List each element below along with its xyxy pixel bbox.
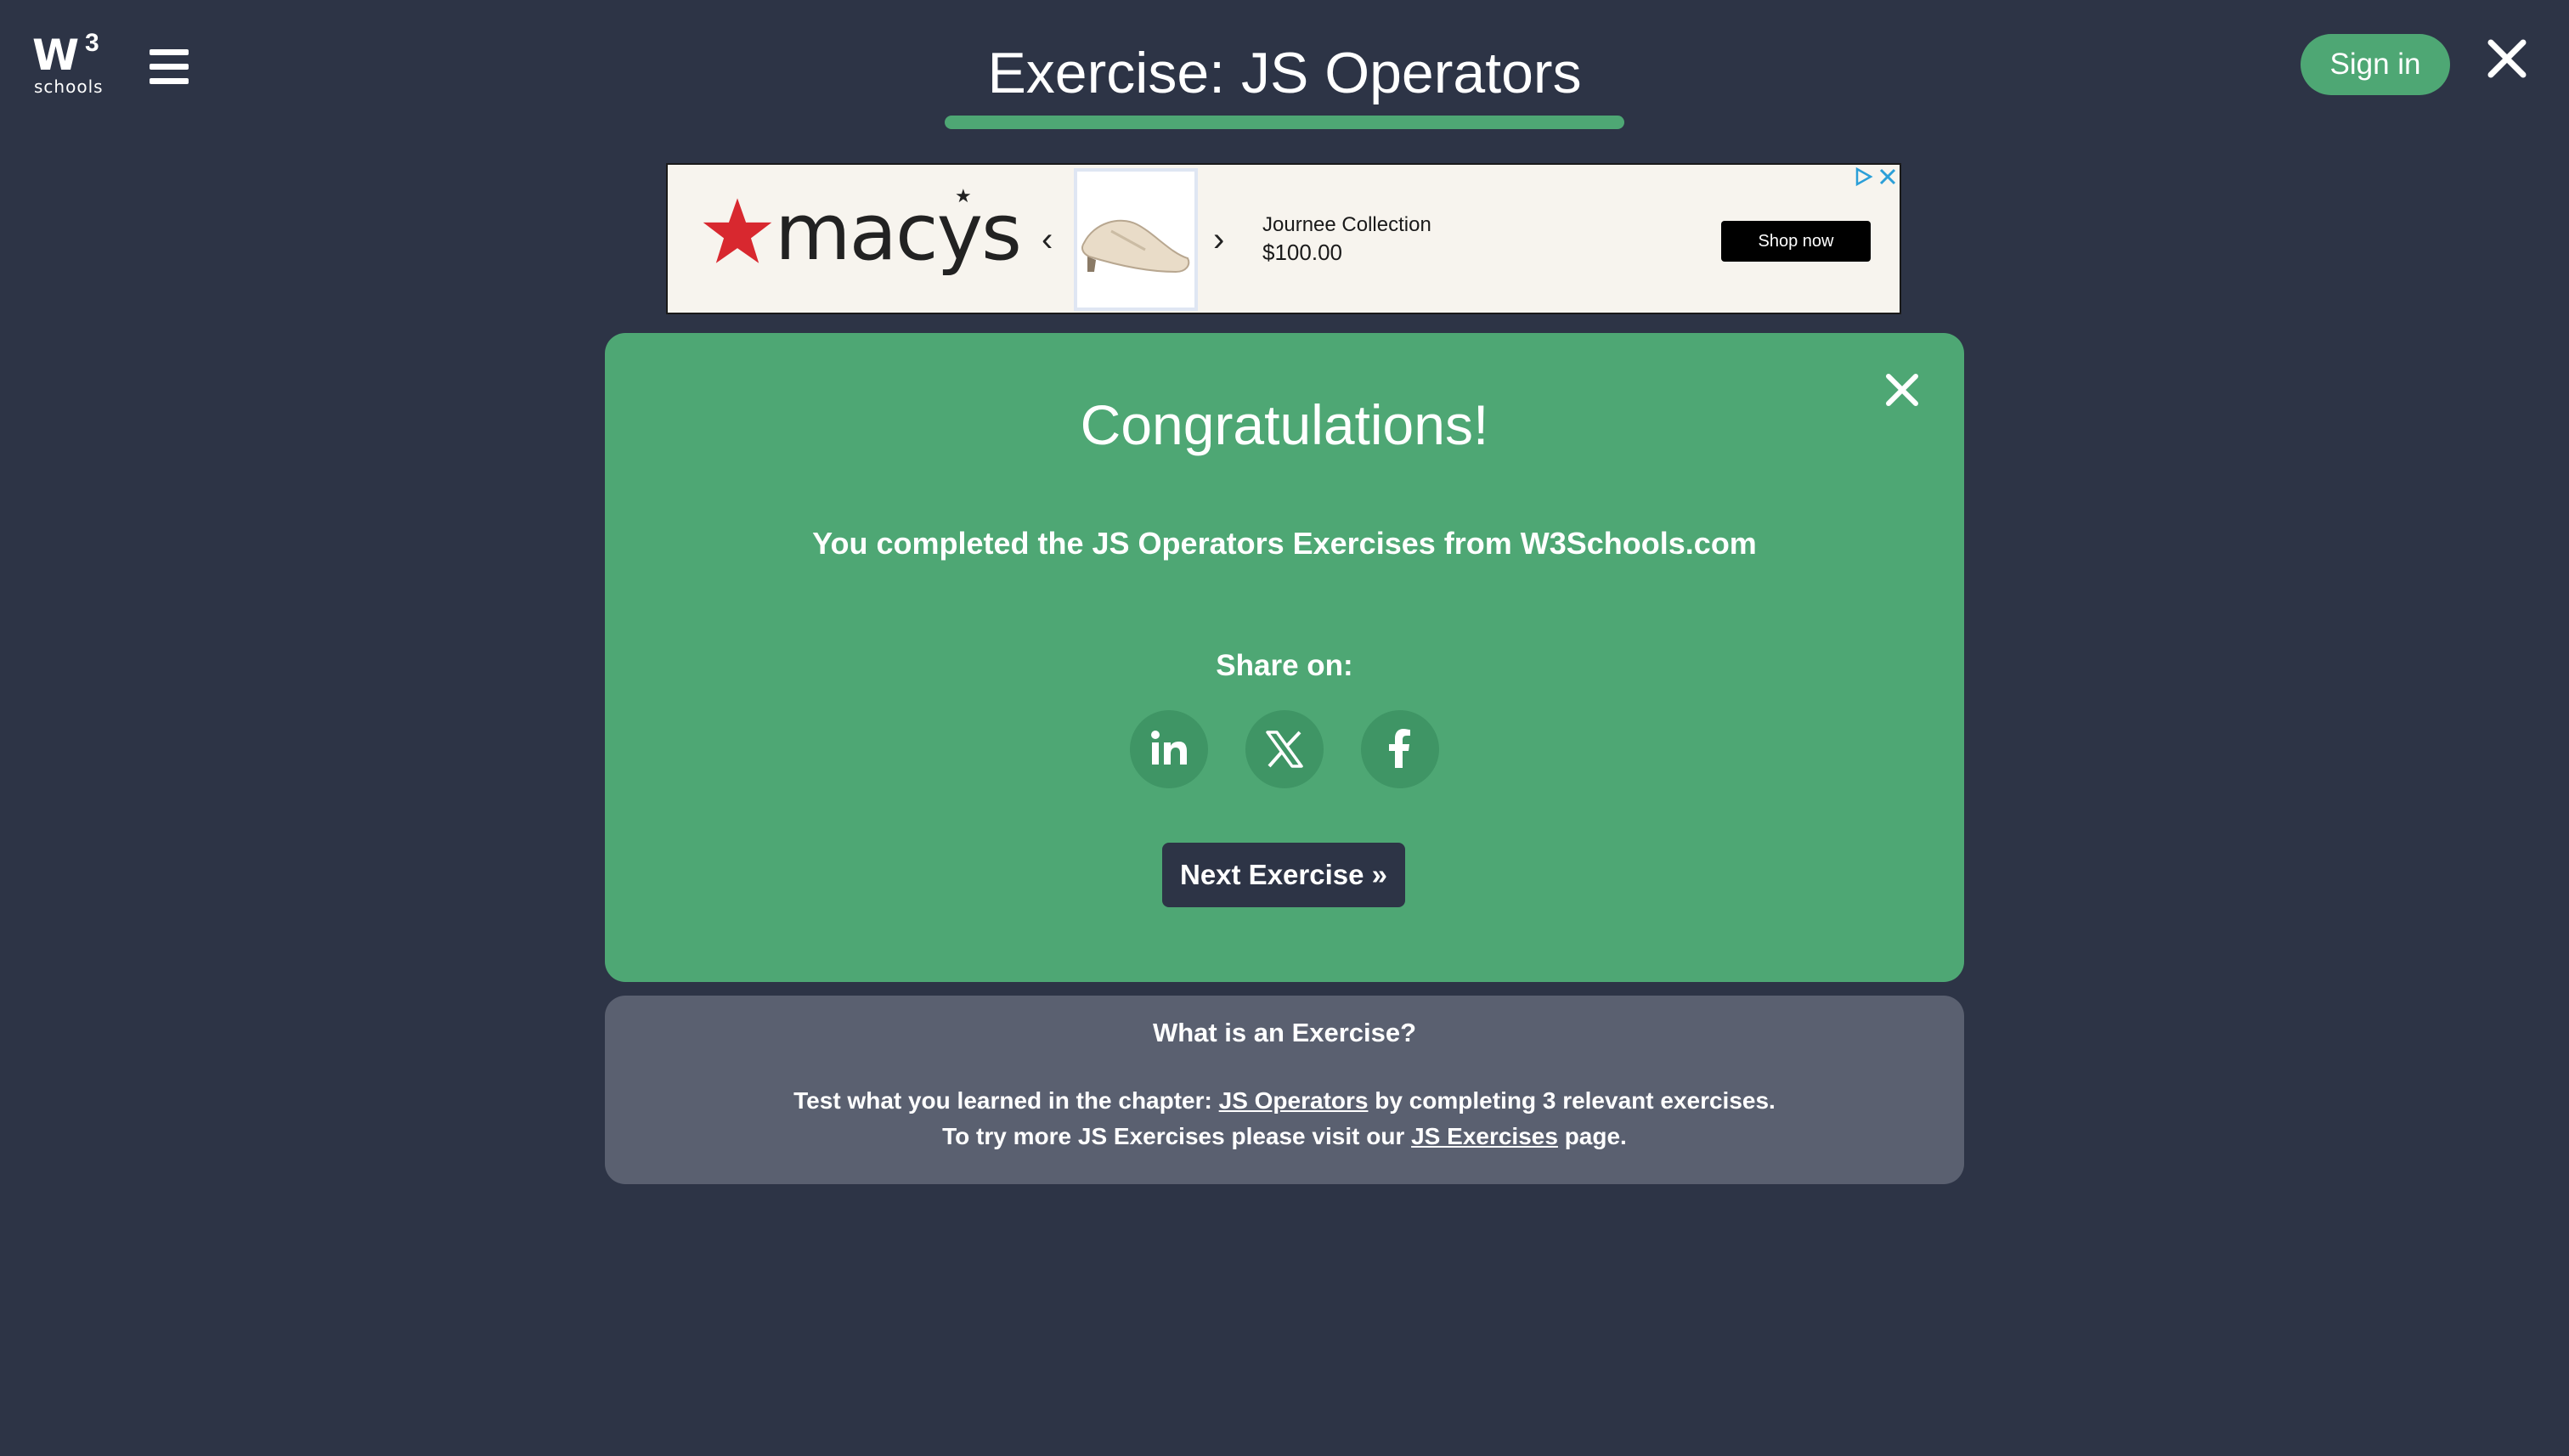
share-label: Share on:	[1216, 649, 1353, 682]
w3schools-logo[interactable]: W 3 schools	[32, 29, 104, 100]
sign-in-button[interactable]: Sign in	[2301, 34, 2450, 95]
menu-icon[interactable]	[150, 49, 189, 84]
ad-product-name: Journee Collection	[1262, 213, 1431, 236]
page-title: Exercise: JS Operators	[987, 41, 1582, 105]
info-line-2-prefix: To try more JS Exercises please visit ou…	[942, 1123, 1412, 1149]
js-exercises-link[interactable]: JS Exercises	[1411, 1123, 1558, 1149]
logo-superscript: 3	[85, 29, 99, 57]
ad-banner[interactable]: macys ★ ‹ › Journee Collection $100.00 S…	[666, 163, 1901, 314]
exercise-info-card: What is an Exercise? Test what you learn…	[605, 996, 1964, 1184]
logo-mark: W	[32, 31, 79, 80]
ad-shop-now-button[interactable]: Shop now	[1721, 221, 1871, 262]
congratulations-card: Congratulations! You completed the JS Op…	[605, 333, 1964, 982]
ad-brand-star: ★	[955, 185, 972, 206]
share-linkedin-button[interactable]	[1130, 710, 1208, 788]
ad-product-image[interactable]	[1074, 168, 1198, 311]
title-underline	[945, 116, 1624, 129]
share-x-button[interactable]	[1245, 710, 1324, 788]
js-operators-link[interactable]: JS Operators	[1219, 1087, 1369, 1114]
completion-message: You completed the JS Operators Exercises…	[812, 526, 1757, 561]
info-line-2: To try more JS Exercises please visit ou…	[605, 1120, 1964, 1154]
linkedin-icon	[1151, 731, 1187, 765]
info-line-2-suffix: page.	[1557, 1123, 1627, 1149]
info-title: What is an Exercise?	[1152, 1018, 1417, 1047]
shoe-icon	[1081, 219, 1190, 274]
facebook-icon	[1389, 729, 1410, 768]
ad-product-price: $100.00	[1262, 240, 1342, 265]
info-line-1: Test what you learned in the chapter: JS…	[605, 1084, 1964, 1118]
macys-star-icon	[703, 198, 772, 263]
ad-next-arrow[interactable]: ›	[1213, 223, 1224, 257]
info-line-1-prefix: Test what you learned in the chapter:	[793, 1087, 1219, 1114]
ad-brand-name: macys	[775, 187, 1022, 278]
close-icon[interactable]	[2486, 37, 2528, 80]
congratulations-heading: Congratulations!	[1080, 393, 1489, 456]
info-line-1-suffix: by completing 3 relevant exercises.	[1368, 1087, 1776, 1114]
next-exercise-button[interactable]: Next Exercise »	[1162, 843, 1405, 907]
ad-choices-icon[interactable]	[1850, 165, 1901, 189]
ad-prev-arrow[interactable]: ‹	[1042, 223, 1053, 257]
x-icon	[1266, 731, 1303, 768]
share-facebook-button[interactable]	[1361, 710, 1439, 788]
logo-subtext: schools	[34, 76, 104, 97]
